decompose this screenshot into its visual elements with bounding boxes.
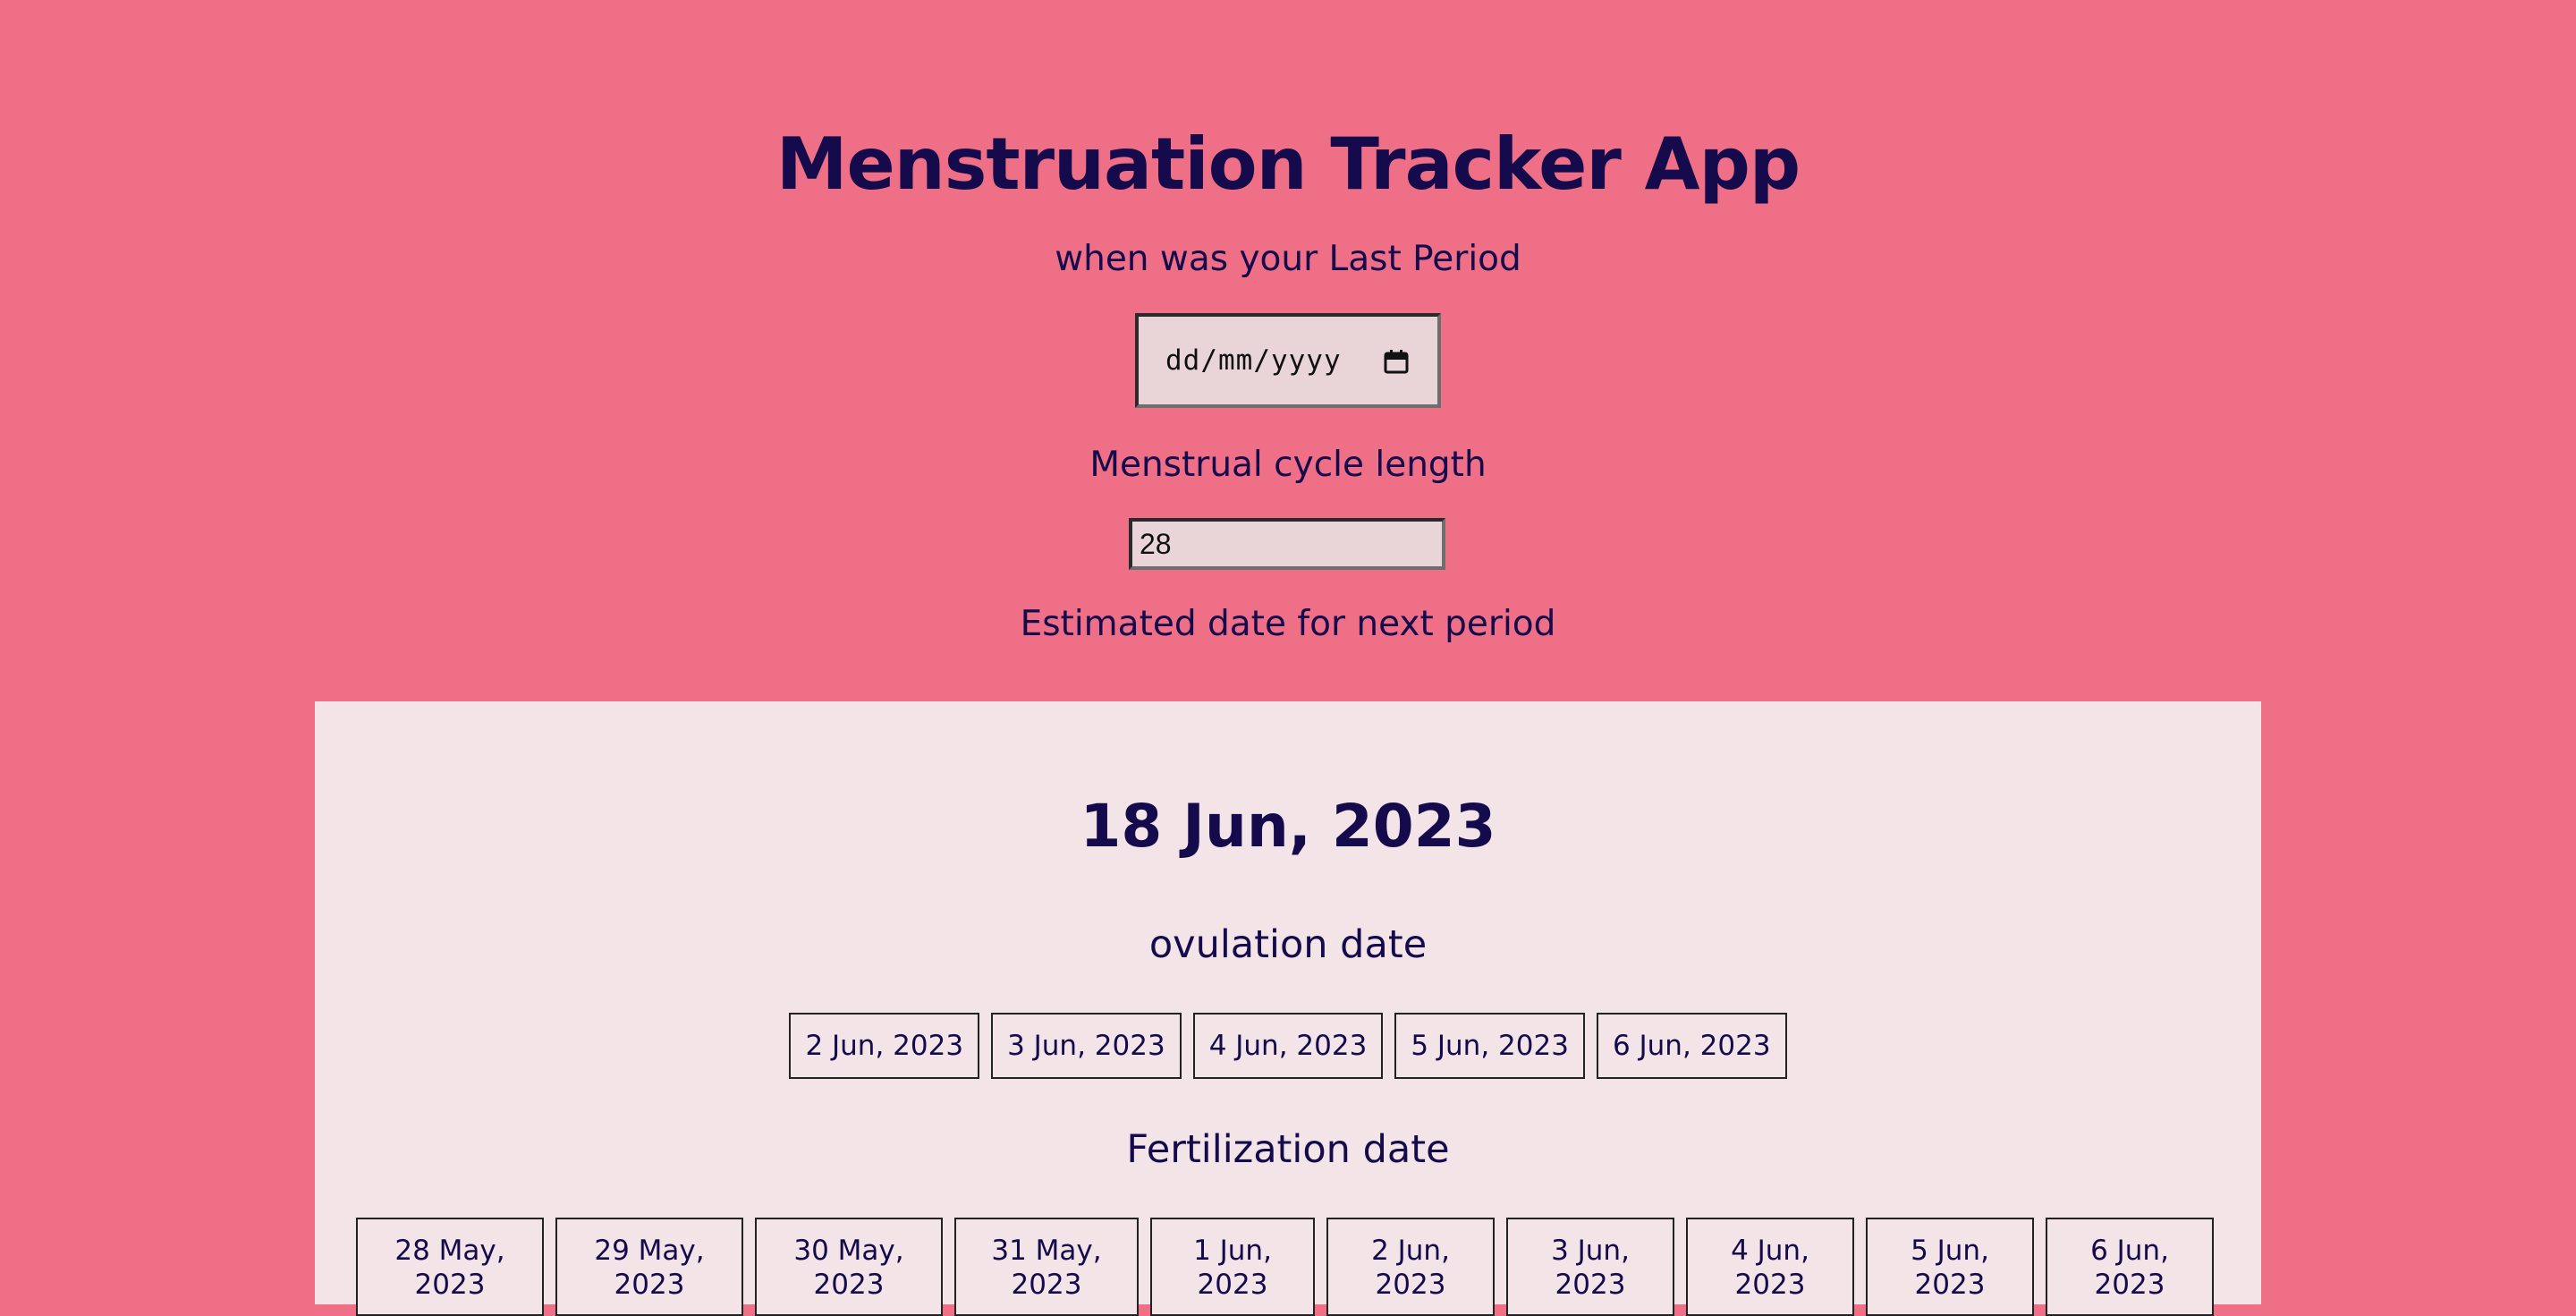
chip-year: 2023 <box>414 1269 486 1301</box>
chip-day: 2 Jun, <box>1371 1235 1450 1267</box>
last-period-date-input[interactable]: dd/mm/yyyy <box>1135 313 1441 408</box>
chip-year: 2023 <box>813 1269 885 1301</box>
fertilization-date-chip: 5 Jun, 2023 <box>1866 1218 2034 1316</box>
chip-year: 2023 <box>1011 1269 1082 1301</box>
chip-year: 2023 <box>1197 1269 1268 1301</box>
calendar-icon[interactable] <box>1384 349 1409 374</box>
chip-day: 6 Jun, <box>2090 1235 2169 1267</box>
chip-day: 1 Jun, <box>1193 1235 1272 1267</box>
page: Menstruation Tracker App when was your L… <box>0 0 2576 1316</box>
estimate-label: Estimated date for next period <box>1020 604 1556 644</box>
chip-year: 2023 <box>1914 1269 1986 1301</box>
results-panel: 18 Jun, 2023 ovulation date 2 Jun, 2023 … <box>315 701 2261 1316</box>
cycle-length-input[interactable] <box>1129 518 1445 570</box>
chip-day: 5 Jun, <box>1911 1235 1989 1267</box>
ovulation-dates-list: 2 Jun, 2023 3 Jun, 2023 4 Jun, 2023 5 Ju… <box>315 1013 2261 1079</box>
fertilization-date-chip: 3 Jun, 2023 <box>1506 1218 1674 1316</box>
chip-year: 2023 <box>1375 1269 1446 1301</box>
chip-year: 2023 <box>614 1269 685 1301</box>
fertilization-date-chip: 1 Jun, 2023 <box>1150 1218 1315 1316</box>
app-title: Menstruation Tracker App <box>775 123 1801 206</box>
ovulation-date-chip: 6 Jun, 2023 <box>1596 1013 1787 1079</box>
chip-year: 2023 <box>1555 1269 1626 1301</box>
fertilization-dates-list: 28 May, 2023 29 May, 2023 30 May, 2023 3… <box>356 1218 2214 1316</box>
chip-day: 3 Jun, <box>1551 1235 1630 1267</box>
date-placeholder: dd/mm/yyyy <box>1165 344 1342 377</box>
fertilization-date-chip: 28 May, 2023 <box>356 1218 544 1316</box>
chip-day: 29 May, <box>594 1235 705 1267</box>
next-period-date: 18 Jun, 2023 <box>1080 792 1496 861</box>
last-period-label: when was your Last Period <box>1055 239 1521 279</box>
fertilization-heading: Fertilization date <box>1126 1127 1450 1172</box>
ovulation-date-chip: 5 Jun, 2023 <box>1394 1013 1585 1079</box>
ovulation-date-chip: 4 Jun, 2023 <box>1192 1013 1384 1079</box>
chip-year: 2023 <box>1734 1269 1806 1301</box>
ovulation-date-chip: 2 Jun, 2023 <box>789 1013 980 1079</box>
fertilization-date-chip: 29 May, 2023 <box>555 1218 743 1316</box>
chip-day: 4 Jun, <box>1731 1235 1809 1267</box>
chip-day: 30 May, <box>793 1235 904 1267</box>
cycle-length-label: Menstrual cycle length <box>1089 445 1487 485</box>
ovulation-date-chip: 3 Jun, 2023 <box>991 1013 1182 1079</box>
fertilization-date-chip: 4 Jun, 2023 <box>1686 1218 1854 1316</box>
fertilization-date-chip: 6 Jun, 2023 <box>2046 1218 2214 1316</box>
fertilization-date-chip: 31 May, 2023 <box>954 1218 1139 1316</box>
chip-day: 28 May, <box>394 1235 505 1267</box>
chip-year: 2023 <box>2094 1269 2165 1301</box>
chip-day: 31 May, <box>991 1235 1102 1267</box>
fertilization-date-chip: 30 May, 2023 <box>755 1218 943 1316</box>
fertilization-date-chip: 2 Jun, 2023 <box>1326 1218 1495 1316</box>
ovulation-heading: ovulation date <box>1148 922 1428 967</box>
